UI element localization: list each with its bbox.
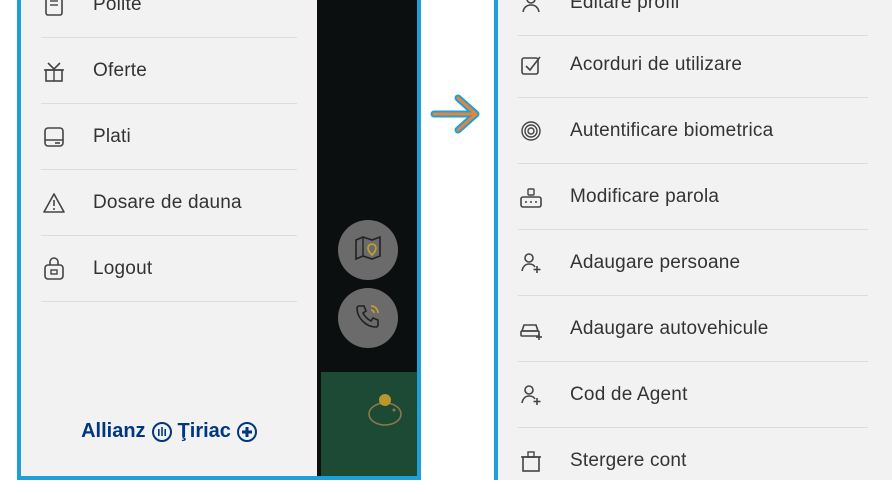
checkbox-icon — [518, 52, 544, 78]
menu-item-label: Oferte — [93, 59, 147, 81]
menu-item-editare-profil[interactable]: Editare profil — [518, 0, 868, 36]
gift-box-icon — [41, 58, 67, 84]
menu-item-adaugare-persoane[interactable]: Adaugare persoane — [518, 230, 868, 296]
call-button[interactable] — [338, 288, 398, 348]
menu-item-modificare-parola[interactable]: Modificare parola — [518, 164, 868, 230]
logout-icon — [41, 256, 67, 282]
menu-item-label: Stergere cont — [570, 450, 687, 471]
menu-item-oferte[interactable]: Oferte — [41, 38, 297, 104]
menu-item-label: Editare profil — [570, 0, 680, 13]
menu-item-label: Autentificare biometrica — [570, 119, 774, 141]
side-menu: Polite Oferte Plati Dosare de dauna Logo… — [21, 0, 317, 476]
allianz-tiriac-logo: Allianz Ţiriac — [21, 420, 317, 443]
logo-text-allianz: Allianz — [81, 420, 146, 442]
savings-tab[interactable] — [321, 372, 417, 476]
menu-item-logout[interactable]: Logout — [41, 236, 297, 302]
password-lock-icon — [518, 184, 544, 210]
map-location-button[interactable] — [338, 220, 398, 280]
menu-item-label: Adaugare persoane — [570, 251, 741, 273]
logo-text-tiriac: Ţiriac — [177, 420, 231, 442]
menu-item-polite[interactable]: Polite — [41, 0, 297, 38]
warning-triangle-icon — [41, 190, 67, 216]
menu-item-stergere-cont[interactable]: Stergere cont — [518, 428, 868, 494]
menu-item-label: Acorduri de utilizare — [570, 53, 743, 75]
policy-document-icon — [41, 0, 67, 18]
add-car-icon — [518, 316, 544, 342]
menu-item-cod-de-agent[interactable]: Cod de Agent — [518, 362, 868, 428]
piggy-bank-icon — [361, 392, 407, 433]
menu-item-autentificare-biometrica[interactable]: Autentificare biometrica — [518, 98, 868, 164]
menu-item-label: Logout — [93, 257, 153, 279]
fingerprint-icon — [518, 118, 544, 144]
menu-item-plati[interactable]: Plati — [41, 104, 297, 170]
left-phone-screen: Polite Oferte Plati Dosare de dauna Logo… — [17, 0, 421, 480]
tiriac-cross-icon — [236, 421, 257, 442]
add-person-icon — [518, 250, 544, 276]
menu-item-adaugare-autovehicule[interactable]: Adaugare autovehicule — [518, 296, 868, 362]
delete-account-icon — [518, 448, 544, 474]
menu-item-label: Adaugare autovehicule — [570, 317, 769, 339]
card-payment-icon — [41, 124, 67, 150]
map-pin-icon — [352, 232, 384, 269]
allianz-eagle-icon — [151, 421, 172, 442]
menu-item-acorduri-de-utilizare[interactable]: Acorduri de utilizare — [518, 32, 868, 98]
menu-item-label: Plati — [93, 125, 131, 147]
menu-item-label: Cod de Agent — [570, 383, 688, 405]
right-phone-screen: Editare profil Acorduri de utilizare Aut… — [494, 0, 892, 480]
menu-item-label: Dosare de dauna — [93, 191, 242, 213]
profile-edit-icon — [518, 0, 544, 16]
menu-item-label: Modificare parola — [570, 185, 720, 207]
menu-item-dosare-de-dauna[interactable]: Dosare de dauna — [41, 170, 297, 236]
agent-code-icon — [518, 382, 544, 408]
transition-arrow-icon — [430, 92, 482, 141]
phone-icon — [352, 300, 384, 337]
menu-item-label: Polite — [93, 0, 142, 15]
